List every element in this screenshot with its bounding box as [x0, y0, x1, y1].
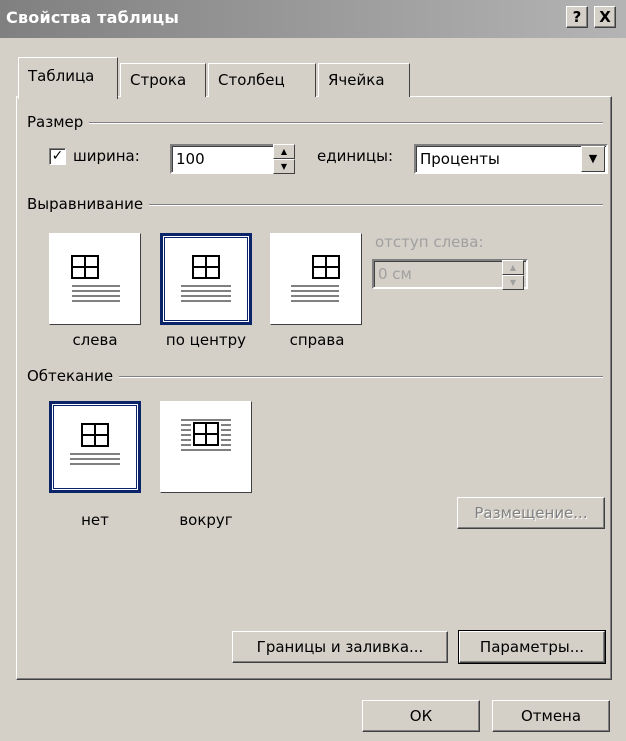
align-center-label: по центру	[165, 331, 247, 349]
spin-down-icon[interactable]: ▼	[502, 275, 524, 290]
group-size: Размер	[27, 113, 603, 133]
align-center-option[interactable]	[160, 233, 252, 325]
width-label: ширина:	[73, 147, 140, 165]
width-spinner[interactable]: ▲ ▼	[273, 144, 295, 174]
spin-up-icon[interactable]: ▲	[273, 144, 295, 159]
close-button[interactable]: X	[594, 6, 616, 28]
title-bar: Свойства таблицы ? X	[0, 0, 626, 38]
units-label: единицы:	[317, 147, 394, 165]
align-center-icon	[181, 255, 231, 302]
width-checkbox[interactable]: ✓	[49, 148, 66, 165]
wrap-around-label: вокруг	[179, 511, 233, 529]
wrap-none-label: нет	[81, 511, 109, 529]
group-alignment-label: Выравнивание	[27, 195, 150, 213]
spin-up-icon[interactable]: ▲	[502, 260, 524, 275]
window-title: Свойства таблицы	[6, 8, 180, 27]
tab-table[interactable]: Таблица	[18, 57, 118, 99]
options-button[interactable]: Параметры...	[458, 630, 606, 664]
align-right-label: справа	[289, 331, 345, 349]
cancel-button[interactable]: Отмена	[492, 700, 610, 732]
align-left-icon	[71, 255, 120, 302]
align-right-option[interactable]	[270, 233, 362, 325]
wrap-none-option[interactable]	[49, 401, 141, 493]
chevron-down-icon[interactable]: ▼	[581, 146, 605, 172]
group-wrapping: Обтекание	[27, 367, 603, 387]
ok-button[interactable]: ОК	[362, 700, 480, 732]
align-left-option[interactable]	[49, 233, 141, 325]
indent-label: отступ слева:	[375, 233, 484, 251]
wrap-around-option[interactable]	[160, 401, 252, 493]
tab-row[interactable]: Строка	[120, 63, 206, 97]
tab-panel-table: Размер ✓ ширина: 100 ▲ ▼ единицы: Процент…	[16, 96, 612, 680]
group-alignment: Выравнивание	[27, 195, 603, 215]
placement-button[interactable]: Размещение...	[457, 497, 605, 529]
tab-column[interactable]: Столбец	[208, 63, 316, 97]
help-button[interactable]: ?	[566, 6, 588, 28]
spin-down-icon[interactable]: ▼	[273, 159, 295, 174]
indent-spinner[interactable]: ▲ ▼	[502, 260, 524, 290]
align-left-label: слева	[72, 331, 118, 349]
wrap-none-icon	[70, 423, 120, 465]
tab-cell[interactable]: Ячейка	[318, 63, 410, 97]
units-select[interactable]: Проценты	[414, 144, 608, 174]
borders-shading-button[interactable]: Границы и заливка...	[232, 631, 448, 663]
width-input[interactable]: 100	[170, 144, 288, 174]
wrap-around-icon	[181, 419, 231, 451]
align-right-icon	[291, 255, 340, 302]
group-wrapping-label: Обтекание	[27, 367, 120, 385]
group-size-label: Размер	[27, 113, 90, 131]
